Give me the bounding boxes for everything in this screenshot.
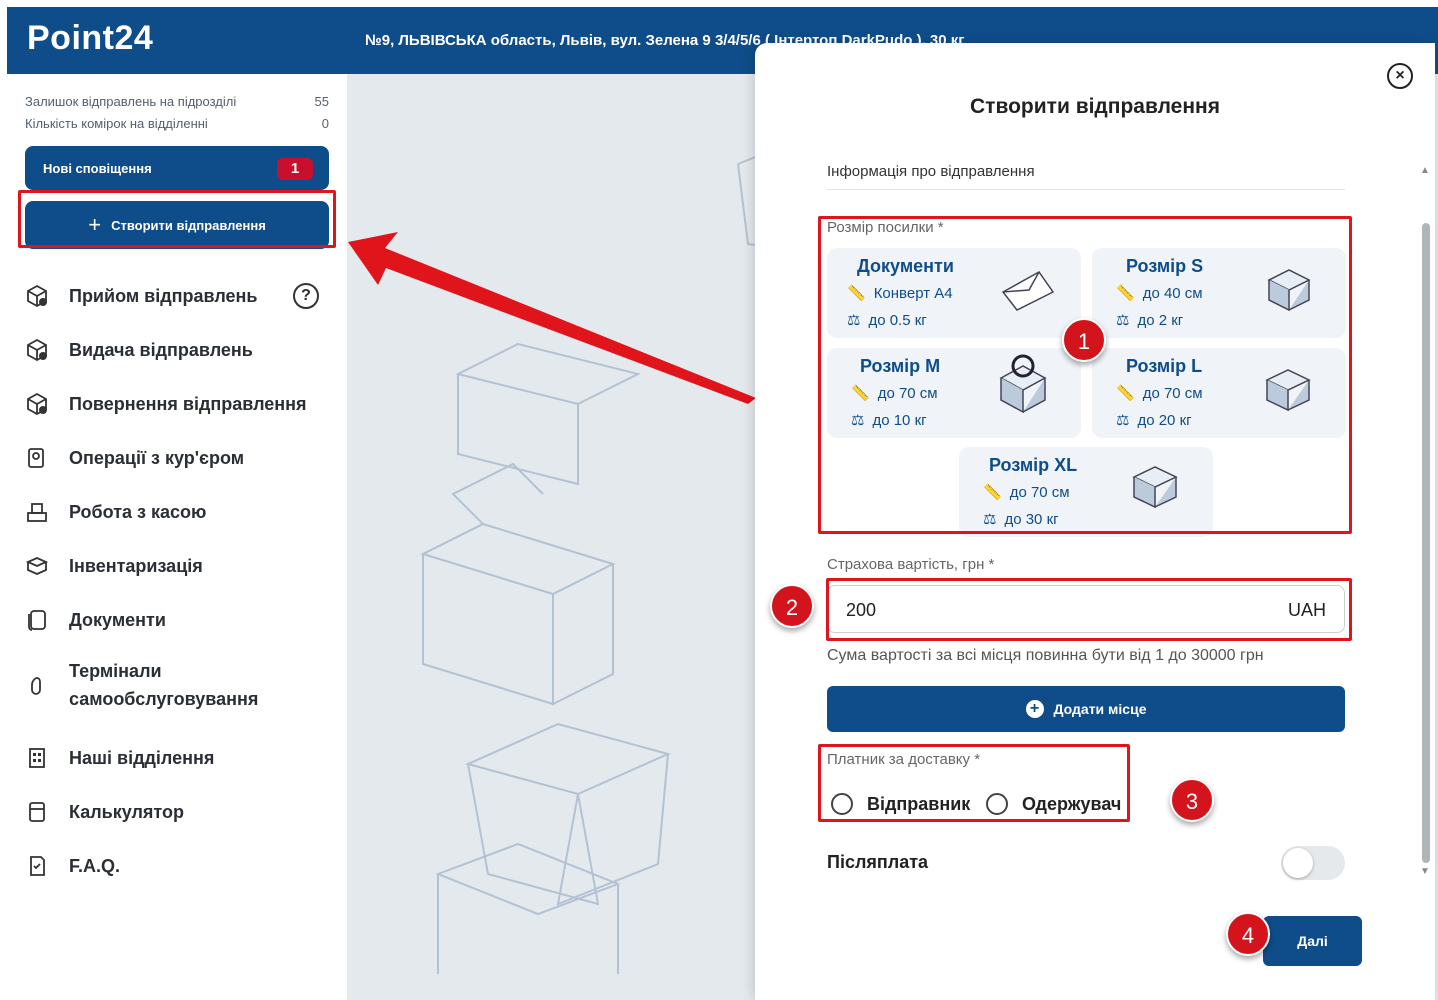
- modal-title: Створити відправлення: [970, 95, 1220, 118]
- stat-remaining: Залишок відправлень на підрозділі 55: [25, 94, 329, 109]
- annotation-badge-4: 4: [1226, 912, 1270, 956]
- menu-label: Термінали: [69, 661, 162, 681]
- menu-item-inventory[interactable]: Інвентаризація: [23, 552, 333, 580]
- package-return-icon: [23, 390, 51, 418]
- menu-label: Операції з кур'єром: [69, 447, 245, 468]
- menu-label: Повернення відправлення: [69, 393, 307, 414]
- menu-item-terminals[interactable]: Термінали самообслуговування: [23, 660, 333, 710]
- highlight-insurance-field: [826, 578, 1352, 641]
- menu-item-courier[interactable]: Операції з кур'єром: [23, 444, 333, 472]
- insurance-hint: Сума вартості за всі місця повинна бути …: [827, 647, 1264, 664]
- menu-item-receive[interactable]: Прийом відправлень ?: [23, 282, 333, 310]
- stat-cells: Кількість комірок на відділенні 0: [25, 116, 329, 131]
- highlight-size-section: [818, 216, 1352, 534]
- notifications-label: Нові сповіщення: [43, 161, 152, 176]
- add-place-label: Додати місце: [1053, 701, 1147, 717]
- menu-label: Інвентаризація: [69, 555, 203, 576]
- menu-label: Робота з касою: [69, 501, 207, 522]
- package-in-icon: [23, 282, 51, 310]
- menu-label: Видача відправлень: [69, 339, 253, 360]
- terminal-icon: [23, 671, 51, 699]
- highlight-create-button: [18, 190, 336, 248]
- menu-item-faq[interactable]: F.A.Q.: [23, 852, 333, 880]
- menu-label-line2: самообслуговування: [69, 689, 259, 709]
- calculator-icon: [23, 798, 51, 826]
- logo: Point24: [27, 19, 154, 57]
- menu-item-cash[interactable]: Робота з касою: [23, 498, 333, 526]
- notifications-button[interactable]: Нові сповіщення 1: [25, 146, 329, 190]
- plus-circle-icon: +: [1025, 700, 1044, 718]
- scroll-up-icon[interactable]: ▲: [1420, 165, 1430, 176]
- menu-item-branches[interactable]: Наші відділення: [23, 744, 333, 772]
- faq-icon: [23, 852, 51, 880]
- annotation-badge-1: 1: [1062, 318, 1106, 362]
- stat-value: 0: [321, 116, 329, 131]
- highlight-payer-section: [818, 744, 1130, 822]
- documents-icon: [23, 606, 51, 634]
- courier-icon: [23, 444, 51, 472]
- menu-label-group: Термінали самообслуговування: [69, 660, 258, 710]
- inventory-icon: [23, 552, 51, 580]
- stat-value: 55: [314, 94, 329, 109]
- scroll-down-icon[interactable]: ▼: [1420, 866, 1430, 877]
- notification-count-badge: 1: [277, 158, 313, 180]
- scrollbar-thumb[interactable]: [1422, 223, 1430, 863]
- annotation-badge-2: 2: [770, 584, 814, 628]
- menu-label: Документи: [69, 609, 166, 630]
- menu-item-calculator[interactable]: Калькулятор: [23, 798, 333, 826]
- stat-label: Кількість комірок на відділенні: [25, 116, 208, 131]
- help-icon[interactable]: ?: [293, 283, 319, 309]
- cod-label: Післяплата: [827, 852, 929, 872]
- menu-item-return[interactable]: Повернення відправлення: [23, 390, 333, 418]
- stat-label: Залишок відправлень на підрозділі: [25, 94, 237, 109]
- section-title: Інформація про відправлення: [827, 163, 1035, 180]
- cod-toggle[interactable]: [1281, 846, 1345, 880]
- menu-label: Калькулятор: [69, 801, 185, 822]
- close-icon[interactable]: ×: [1387, 63, 1413, 89]
- menu-label: Прийом відправлень: [69, 285, 258, 306]
- toggle-knob: [1283, 848, 1313, 878]
- menu-item-issue[interactable]: Видача відправлень: [23, 336, 333, 364]
- insurance-label: Страхова вартість, грн *: [827, 556, 995, 573]
- menu-label: F.A.Q.: [69, 855, 121, 876]
- add-place-button[interactable]: + Додати місце: [827, 686, 1345, 732]
- section-divider: [827, 189, 1345, 190]
- annotation-badge-3: 3: [1170, 778, 1214, 822]
- cash-register-icon: [23, 498, 51, 526]
- package-out-icon: [23, 336, 51, 364]
- branches-icon: [23, 744, 51, 772]
- next-button[interactable]: Далі: [1263, 916, 1362, 966]
- menu-item-documents[interactable]: Документи: [23, 606, 333, 634]
- menu-label: Наші відділення: [69, 747, 215, 768]
